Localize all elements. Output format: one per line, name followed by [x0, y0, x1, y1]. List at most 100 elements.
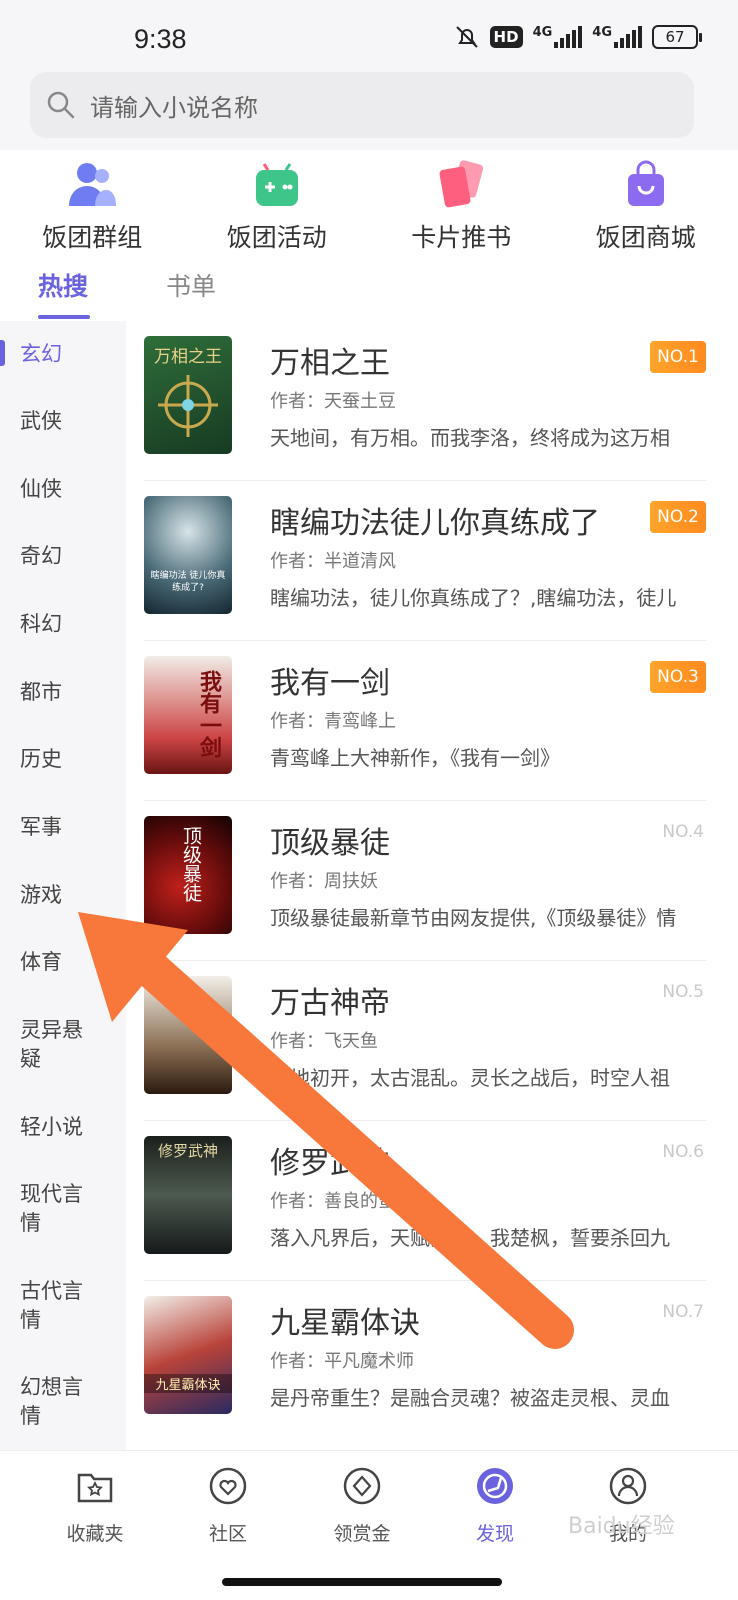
favorites-folder-icon — [77, 1473, 113, 1503]
cover-title: 瞎编功法 徒儿你真练成了? — [150, 571, 226, 593]
book-author: 作者：半道清风 — [270, 551, 396, 572]
category-item[interactable]: 仙侠 — [20, 475, 110, 504]
cover-emblem-icon — [158, 375, 218, 437]
quick-link-label: 饭团活动 — [226, 223, 327, 252]
signal-1-icon: 4G — [533, 26, 583, 48]
nav-favorites[interactable]: 收藏夹 — [35, 1465, 155, 1546]
book-row[interactable]: 瞎编功法 徒儿你真练成了? 瞎编功法徒儿你真练成了 作者：半道清风 瞎编功法，徒… — [144, 481, 706, 641]
book-list: 万相之王 万相之王 作者：天蚕土豆 天地间，有万相。而我李洛，终将成为这万相 N… — [126, 321, 738, 1450]
nav-label: 发现 — [475, 1523, 514, 1545]
book-cover: 万相之王 — [144, 336, 232, 454]
rank-badge: NO.3 — [650, 661, 706, 693]
watermark-text: Baidu经验 — [568, 1514, 675, 1539]
category-item[interactable]: 都市 — [20, 678, 110, 707]
cover-title: 顶级暴徒 — [180, 826, 202, 902]
cover-title: 修罗武神 — [157, 1142, 218, 1160]
book-cover: 修罗武神 — [144, 1136, 232, 1254]
tab-booklist[interactable]: 书单 — [166, 267, 216, 303]
status-time: 9:38 — [134, 24, 187, 54]
category-item[interactable]: 体育 — [20, 948, 110, 977]
quick-links: 饭团群组 饭团活动 卡片推书 饭团商城 — [0, 150, 738, 255]
cover-title: 九星霸体诀 — [144, 1374, 232, 1393]
net2-label: 4G — [592, 25, 612, 40]
cards-icon — [439, 160, 484, 208]
book-author: 作者：飞天鱼 — [270, 1031, 378, 1052]
category-active-marker — [0, 340, 5, 366]
nav-community[interactable]: 社区 — [168, 1465, 288, 1546]
discover-compass-icon — [477, 1468, 513, 1504]
home-indicator[interactable] — [222, 1578, 502, 1586]
book-title: 修罗武神 — [270, 1146, 390, 1181]
book-description: 顶级暴徒最新章节由网友提供,《顶级暴徒》情 — [270, 906, 677, 930]
nav-label: 收藏夹 — [66, 1523, 124, 1545]
rank-badge: NO.7 — [662, 1302, 704, 1322]
rank-badge: NO.5 — [662, 982, 704, 1002]
book-description: 青鸾峰上大神新作，《我有一剑》 — [270, 746, 560, 770]
group-icon — [69, 163, 117, 206]
book-author: 作者：青鸾峰上 — [270, 711, 396, 732]
category-item[interactable]: 现代言情 — [20, 1180, 90, 1238]
category-item[interactable]: 游戏 — [20, 881, 110, 910]
quick-link-label: 卡片推书 — [411, 223, 512, 252]
book-row[interactable]: 九星霸体诀 九星霸体诀 作者：平凡魔术师 是丹帝重生？是融合灵魂？被盗走灵根、灵… — [144, 1281, 706, 1441]
app-screen: 9:38 HD 4G 4G 67 请输入小说名称 饭团群组 饭团活动 卡片推书 — [0, 0, 738, 1600]
category-item[interactable]: 玄幻 — [20, 340, 110, 369]
book-cover: 我有一剑 — [144, 656, 232, 774]
category-item[interactable]: 武侠 — [20, 407, 110, 436]
book-title: 顶级暴徒 — [270, 826, 390, 861]
nav-label: 领赏金 — [333, 1523, 391, 1545]
rank-badge: NO.4 — [662, 822, 704, 842]
search-placeholder: 请输入小说名称 — [90, 93, 258, 122]
quick-link-group[interactable]: 饭团群组 — [0, 150, 185, 255]
content-tabs: 热搜 书单 — [0, 255, 738, 321]
game-controller-icon — [255, 163, 298, 206]
book-cover: 顶级暴徒 — [144, 816, 232, 934]
category-item[interactable]: 灵异悬疑 — [20, 1016, 90, 1074]
rank-badge: NO.6 — [662, 1142, 704, 1162]
category-item[interactable]: 古代言情 — [20, 1277, 90, 1335]
quick-link-cards[interactable]: 卡片推书 — [369, 150, 554, 255]
book-description: 瞎编功法，徒儿你真练成了？,瞎编功法，徒儿 — [270, 586, 677, 610]
category-item[interactable]: 奇幻 — [20, 542, 110, 571]
book-row[interactable]: 我有一剑 我有一剑 作者：青鸾峰上 青鸾峰上大神新作，《我有一剑》 NO.3 — [144, 641, 706, 801]
book-row[interactable]: 万相之王 万相之王 作者：天蚕土豆 天地间，有万相。而我李洛，终将成为这万相 N… — [144, 321, 706, 481]
book-description: 是丹帝重生？是融合灵魂？被盗走灵根、灵血 — [270, 1386, 670, 1410]
status-icons: HD 4G 4G 67 — [454, 24, 702, 50]
status-bar: 9:38 HD 4G 4G 67 — [0, 0, 738, 62]
category-item[interactable]: 轻小说 — [20, 1113, 110, 1142]
quick-link-activity[interactable]: 饭团活动 — [185, 150, 370, 255]
book-cover — [144, 976, 232, 1094]
category-item[interactable]: 幻想言情 — [20, 1373, 90, 1431]
category-item[interactable]: 历史 — [20, 745, 110, 774]
category-item[interactable]: 科幻 — [20, 610, 110, 639]
rank-badge: NO.1 — [650, 341, 706, 373]
book-row[interactable]: 修罗武神 修罗武神 作者：善良的蜜蜂 落入凡界后，天赋觉醒，我楚枫，誓要杀回九 … — [144, 1121, 706, 1281]
search-input[interactable]: 请输入小说名称 — [30, 72, 694, 138]
book-title: 九星霸体诀 — [270, 1306, 420, 1341]
search-icon — [47, 91, 75, 119]
book-description: 落入凡界后，天赋觉醒，我楚枫，誓要杀回九 — [270, 1226, 670, 1250]
community-heart-icon — [209, 1467, 247, 1505]
book-row[interactable]: 顶级暴徒 顶级暴徒 作者：周扶妖 顶级暴徒最新章节由网友提供,《顶级暴徒》情 N… — [144, 801, 706, 961]
book-author: 作者：天蚕土豆 — [270, 391, 396, 412]
book-description: 天地初开，太古混乱。灵长之战后，时空人祖 — [270, 1066, 670, 1090]
category-item[interactable]: 军事 — [20, 813, 110, 842]
signal-2-icon: 4G — [592, 26, 642, 48]
nav-discover[interactable]: 发现 — [435, 1465, 555, 1546]
profile-icon — [609, 1467, 647, 1505]
nav-reward[interactable]: 领赏金 — [302, 1465, 422, 1546]
shopping-bag-icon — [627, 160, 664, 206]
tab-active-indicator — [38, 315, 90, 319]
mute-bell-icon — [455, 26, 478, 48]
tab-hot-search[interactable]: 热搜 — [38, 267, 88, 303]
quick-link-store[interactable]: 饭团商城 — [554, 150, 738, 255]
book-row[interactable]: 万古神帝 作者：飞天鱼 天地初开，太古混乱。灵长之战后，时空人祖 NO.5 — [144, 961, 706, 1121]
rank-badge: NO.2 — [650, 501, 706, 533]
book-author: 作者：周扶妖 — [270, 871, 378, 892]
reward-diamond-icon — [343, 1467, 381, 1505]
book-title: 瞎编功法徒儿你真练成了 — [270, 506, 600, 541]
battery-icon: 67 — [652, 25, 702, 49]
cover-title: 我有一剑 — [196, 670, 221, 758]
book-title: 万古神帝 — [270, 986, 390, 1021]
nav-label: 社区 — [208, 1523, 247, 1545]
